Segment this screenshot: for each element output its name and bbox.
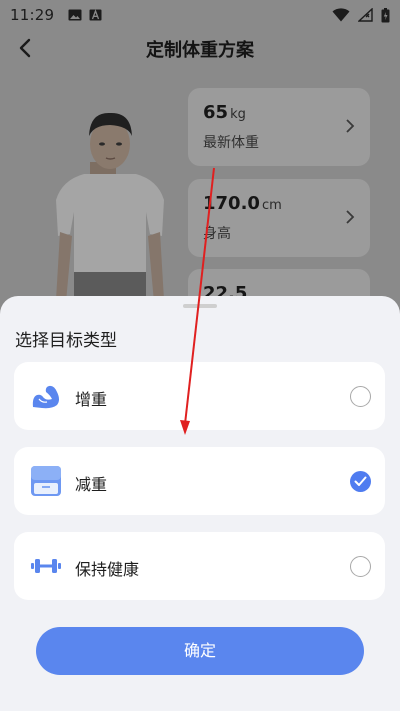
option-gain-weight[interactable]: 增重 [14,362,385,430]
header: 定制体重方案 [0,30,400,66]
image-icon [68,9,82,21]
sheet-title: 选择目标类型 [15,331,117,351]
muscle-arm-icon [32,385,59,409]
chevron-right-icon [346,210,355,224]
option-label: 保持健康 [75,560,140,579]
page-title: 定制体重方案 [146,40,254,61]
weight-value: 65 kg [203,102,246,123]
goal-type-sheet: 选择目标类型 增重 减重 保持健康 确定 [0,296,400,711]
chevron-right-icon [346,119,355,133]
battery-icon [381,7,390,22]
weight-label: 最新体重 [203,135,259,151]
confirm-button[interactable]: 确定 [36,627,364,675]
radio-unchecked[interactable] [350,386,371,407]
dumbbell-icon [31,559,61,573]
height-card[interactable]: 170.0 cm 身高 [188,179,370,257]
option-label: 增重 [75,390,108,409]
radio-unchecked[interactable] [350,556,371,577]
status-icons-right [332,7,390,23]
body-avatar [56,112,164,314]
status-time: 11:29 [10,6,55,24]
checkmark-icon [354,476,367,486]
weight-card[interactable]: 65 kg 最新体重 [188,88,370,166]
radio-checked[interactable] [350,471,371,492]
height-label: 身高 [203,226,231,242]
status-icons-left [68,9,102,21]
drag-handle[interactable] [183,304,217,308]
text-a-icon [89,9,102,21]
height-value: 170.0 cm [203,193,282,214]
wifi-icon [332,8,350,22]
scale-icon [31,466,61,496]
option-keep-healthy[interactable]: 保持健康 [14,532,385,600]
option-lose-weight[interactable]: 减重 [14,447,385,515]
status-bar: 11:29 [0,0,400,30]
no-signal-icon [358,8,373,22]
option-label: 减重 [75,475,108,494]
